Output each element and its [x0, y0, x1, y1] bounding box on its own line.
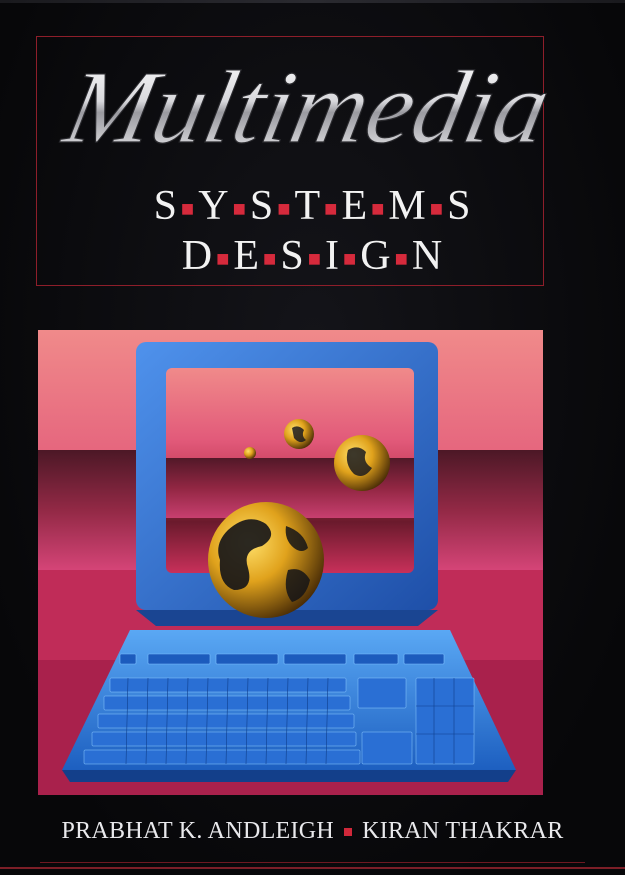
- author-name: KIRAN THAKRAR: [362, 818, 564, 844]
- dot: ■: [429, 196, 445, 222]
- title-script: Multimedia: [53, 48, 560, 165]
- letter: G: [360, 233, 392, 279]
- letter: N: [411, 233, 444, 279]
- subtitle-design: D ■E ■S ■I ■G ■N: [0, 232, 625, 280]
- authors-line: PRABHAT K. ANDLEIGH KIRAN THAKRAR: [0, 818, 625, 845]
- letter: Y: [198, 183, 230, 229]
- letter: S: [280, 233, 305, 279]
- dot: ■: [277, 196, 292, 222]
- dot: ■: [342, 246, 358, 272]
- computer-with-globes-icon: [38, 330, 543, 795]
- dot: ■: [394, 246, 409, 272]
- bottom-rule: [40, 862, 585, 863]
- book-title: Multimedia: [54, 49, 560, 165]
- dot: ■: [324, 196, 339, 222]
- dot: ■: [263, 246, 278, 272]
- letter: I: [324, 233, 340, 279]
- dot: ■: [216, 246, 231, 272]
- dot: ■: [180, 196, 196, 222]
- letter: E: [341, 183, 369, 229]
- letter: T: [294, 183, 322, 229]
- book-cover: Multimedia S ■Y ■S ■T ■E ■M ■S D ■E ■S ■I ■G ■N: [0, 0, 625, 875]
- dot: ■: [232, 196, 247, 222]
- letter: S: [447, 183, 472, 229]
- letter: D: [181, 233, 214, 279]
- letter: E: [233, 233, 261, 279]
- dot: ■: [307, 246, 322, 272]
- separator-square: [344, 828, 353, 837]
- cover-illustration: [38, 330, 543, 795]
- author-name: PRABHAT K. ANDLEIGH: [61, 818, 335, 844]
- letter: S: [249, 183, 275, 229]
- dot: ■: [371, 196, 386, 222]
- letter: S: [153, 183, 178, 229]
- subtitle-systems: S ■Y ■S ■T ■E ■M ■S: [0, 182, 625, 230]
- letter: M: [388, 183, 427, 229]
